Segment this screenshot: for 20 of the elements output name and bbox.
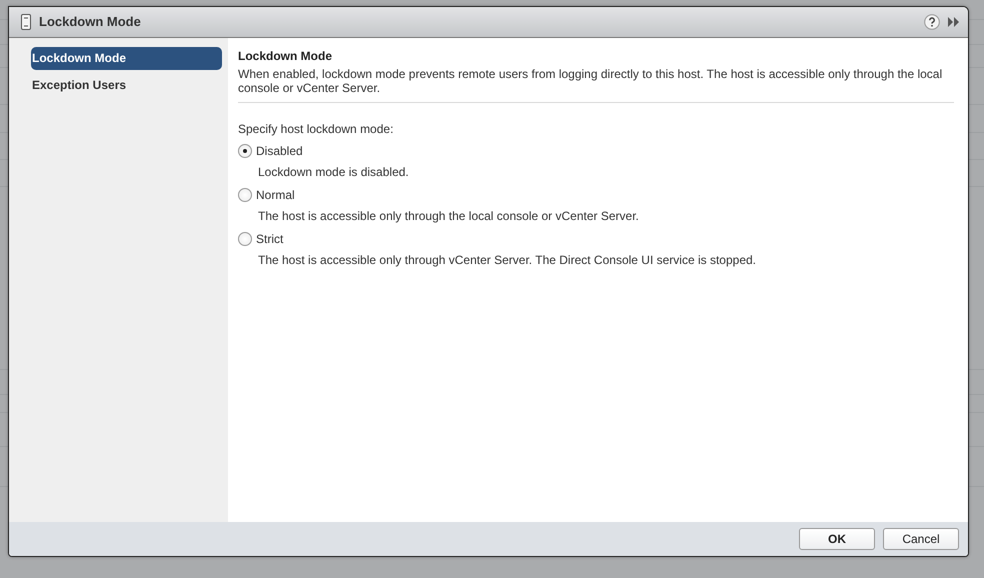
ok-button[interactable]: OK bbox=[799, 528, 875, 550]
radio-button[interactable] bbox=[238, 232, 252, 246]
option-description: Lockdown mode is disabled. bbox=[257, 164, 410, 181]
section-heading: Lockdown Mode bbox=[238, 48, 333, 65]
help-icon[interactable] bbox=[924, 14, 940, 30]
expand-icon[interactable] bbox=[948, 17, 960, 27]
prompt-label: Specify host lockdown mode: bbox=[238, 121, 394, 138]
radio-button[interactable] bbox=[238, 144, 252, 158]
sidebar-item[interactable]: Exception Users bbox=[31, 74, 222, 97]
radio-label[interactable]: Normal bbox=[256, 186, 295, 204]
dialog-title: Lockdown Mode bbox=[39, 13, 142, 32]
option-description: The host is accessible only through vCenter Server. The Direct Console UI service is stopped. bbox=[257, 252, 758, 269]
sidebar-item[interactable]: Lockdown Mode bbox=[31, 47, 222, 70]
radio-button[interactable] bbox=[238, 188, 252, 202]
option-description: The host is accessible only through the local console or vCenter Server. bbox=[257, 208, 640, 225]
radio-label[interactable]: Strict bbox=[256, 230, 284, 248]
description-text: When enabled, lockdown mode prevents remote users from logging directly to this host. The host is accessible only through the local console or vCenter Server. bbox=[238, 67, 954, 103]
cancel-button[interactable]: Cancel bbox=[883, 528, 959, 550]
radio-label[interactable]: Disabled bbox=[256, 142, 303, 160]
host-icon bbox=[21, 14, 31, 30]
